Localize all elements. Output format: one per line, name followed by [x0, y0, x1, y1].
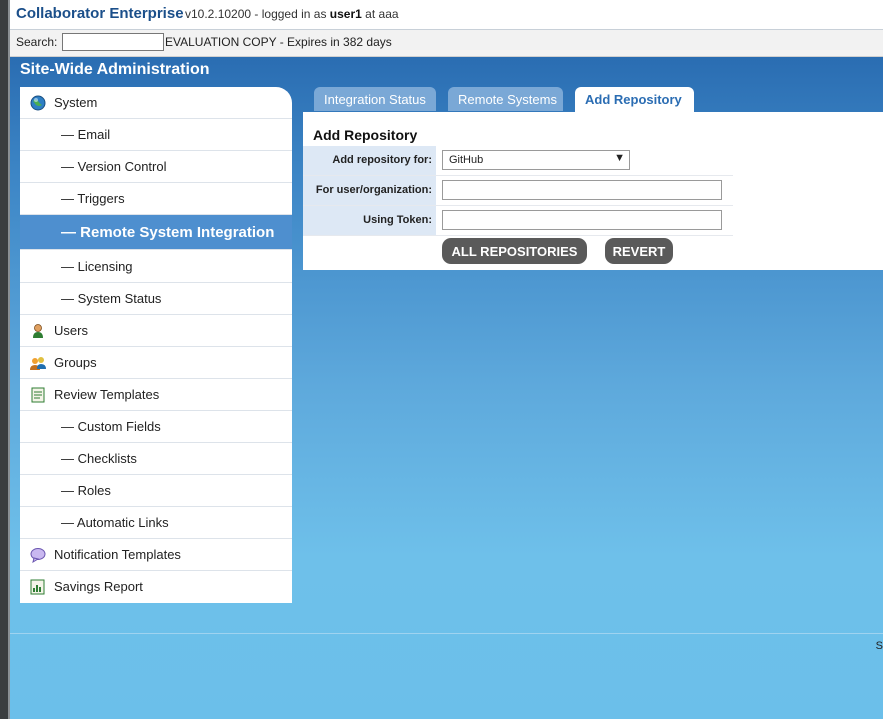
tab-label: Remote Systems: [458, 92, 557, 107]
token-input[interactable]: [442, 210, 722, 230]
sidebar-item-roles[interactable]: — Roles: [20, 475, 292, 507]
main-area: Site-Wide Administration System — Email …: [10, 57, 883, 719]
version-info: v10.2.10200 - logged in as user1 at aaa: [185, 7, 399, 21]
globe-icon: [30, 95, 46, 111]
version-text: v10.2.10200 - logged in as: [185, 7, 327, 21]
token-row: Using Token:: [303, 206, 733, 236]
field-label: For user/organization:: [315, 184, 432, 196]
sidebar-item-users[interactable]: Users: [20, 315, 292, 347]
form-title: Add Repository: [313, 127, 418, 143]
sidebar-item-label: Review Templates: [54, 387, 160, 402]
cut-off-text: S: [875, 640, 883, 652]
sidebar-item-label: — System Status: [61, 291, 162, 306]
tab-integration-status[interactable]: Integration Status: [314, 87, 436, 111]
search-bar: Search: EVALUATION COPY - Expires in 382…: [10, 30, 883, 57]
revert-button[interactable]: REVERT: [605, 238, 673, 264]
evaluation-notice: EVALUATION COPY - Expires in 382 days: [165, 35, 392, 49]
sidebar-item-remote-system-integration[interactable]: — Remote System Integration: [20, 215, 292, 250]
template-icon: [30, 387, 46, 403]
report-icon: [30, 579, 46, 595]
server-name: at aaa: [365, 7, 399, 21]
sidebar-item-review-templates[interactable]: Review Templates: [20, 379, 292, 411]
app-header: Collaborator Enterprise v10.2.10200 - lo…: [10, 0, 883, 30]
tab-add-repository[interactable]: Add Repository: [575, 87, 694, 113]
sidebar-item-label: — Licensing: [61, 259, 133, 274]
search-input[interactable]: [62, 33, 164, 51]
sidebar-item-label: — Checklists: [61, 451, 137, 466]
repository-type-select[interactable]: GitHub ▼: [442, 150, 630, 170]
sidebar-item-label: — Version Control: [61, 159, 167, 174]
sidebar-item-label: Groups: [54, 355, 97, 370]
select-value: GitHub: [449, 154, 484, 166]
sidebar-item-email[interactable]: — Email: [20, 119, 292, 151]
sidebar-item-licensing[interactable]: — Licensing: [20, 251, 292, 283]
sidebar-item-savings-report[interactable]: Savings Report: [20, 571, 292, 602]
window-edge: [0, 0, 10, 719]
sidebar-item-custom-fields[interactable]: — Custom Fields: [20, 411, 292, 443]
user-org-row: For user/organization:: [303, 176, 733, 206]
add-repo-for-label: Add repository for:: [303, 146, 436, 175]
user-icon: [30, 323, 46, 339]
speech-bubble-icon: [30, 547, 46, 564]
sidebar-item-system-status[interactable]: — System Status: [20, 283, 292, 315]
user-org-label: For user/organization:: [303, 176, 436, 205]
user-org-input[interactable]: [442, 180, 722, 200]
sidebar-item-notification-templates[interactable]: Notification Templates: [20, 539, 292, 571]
field-label: Using Token:: [363, 214, 432, 226]
sidebar-item-label: — Remote System Integration: [61, 224, 275, 241]
sidebar-item-automatic-links[interactable]: — Automatic Links: [20, 507, 292, 539]
add-repository-panel: Add Repository Add repository for: GitHu…: [303, 112, 883, 270]
app-title[interactable]: Collaborator Enterprise: [16, 5, 184, 22]
admin-sidebar: System — Email — Version Control — Trigg…: [20, 87, 292, 603]
footer-divider: [10, 633, 883, 634]
field-label: Add repository for:: [332, 154, 432, 166]
sidebar-item-label: System: [54, 95, 98, 110]
sidebar-item-label: — Triggers: [61, 191, 125, 206]
sidebar-item-system[interactable]: System: [20, 87, 292, 119]
page-title: Site-Wide Administration: [20, 61, 210, 78]
all-repositories-button[interactable]: ALL REPOSITORIES: [442, 238, 587, 264]
sidebar-item-version-control[interactable]: — Version Control: [20, 151, 292, 183]
search-label: Search:: [16, 35, 58, 49]
groups-icon: [30, 355, 46, 371]
button-label: ALL REPOSITORIES: [451, 244, 578, 259]
sidebar-item-checklists[interactable]: — Checklists: [20, 443, 292, 475]
sidebar-item-triggers[interactable]: — Triggers: [20, 183, 292, 215]
tab-label: Add Repository: [585, 92, 682, 107]
add-repo-for-row: Add repository for: GitHub ▼: [303, 146, 733, 176]
tab-label: Integration Status: [324, 92, 426, 107]
sidebar-item-label: — Email: [61, 127, 111, 142]
tab-remote-systems[interactable]: Remote Systems: [448, 87, 563, 111]
sidebar-item-label: — Custom Fields: [61, 419, 161, 434]
dropdown-arrow-icon: ▼: [614, 152, 625, 164]
button-label: REVERT: [612, 244, 666, 259]
sidebar-item-groups[interactable]: Groups: [20, 347, 292, 379]
sidebar-item-label: Savings Report: [54, 579, 143, 594]
token-label: Using Token:: [303, 206, 436, 235]
logged-in-user: user1: [329, 7, 362, 21]
sidebar-item-label: Notification Templates: [54, 547, 181, 562]
sidebar-item-label: — Roles: [61, 483, 111, 498]
app: Collaborator Enterprise v10.2.10200 - lo…: [10, 0, 883, 719]
sidebar-item-label: Users: [54, 323, 88, 338]
sidebar-item-label: — Automatic Links: [61, 515, 169, 530]
